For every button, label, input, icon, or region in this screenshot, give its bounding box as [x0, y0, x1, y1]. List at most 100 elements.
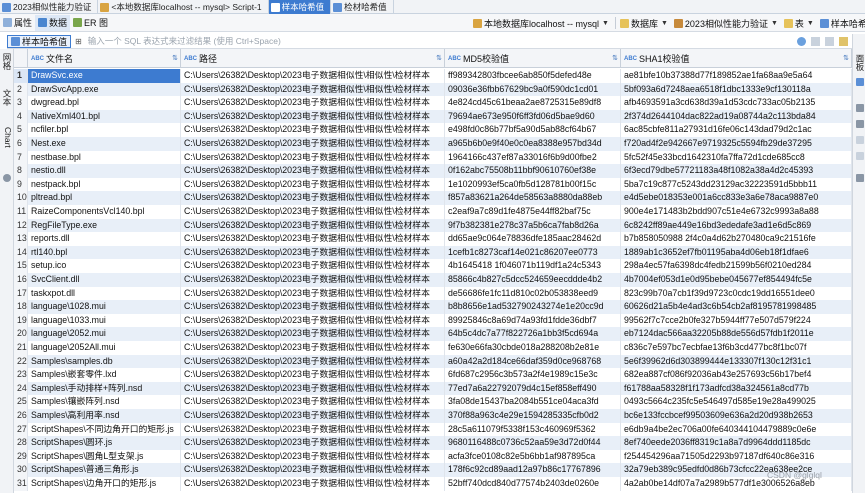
- row-number[interactable]: 2: [14, 82, 28, 97]
- panel-grouping-icon[interactable]: [856, 136, 864, 144]
- cell-sha1[interactable]: 2f374d2644104dac822ad19a08744a2c113bda84: [621, 109, 852, 124]
- panel-value-icon[interactable]: [856, 78, 864, 86]
- cell-path[interactable]: C:\Users\26382\Desktop\2023电子数据相似性\相似性\检…: [181, 177, 445, 192]
- cell-sha1[interactable]: eb7124dac566aa32205b88de556d57fdb1f2011e: [621, 327, 852, 341]
- row-number[interactable]: 25: [14, 395, 28, 409]
- cell-md5[interactable]: 52bff740dcd840d77574b2403de0260e: [445, 477, 621, 491]
- cell-sha1[interactable]: b7b858050988 2f4c0a4d62b270480ca9c21516f…: [621, 232, 852, 246]
- row-number[interactable]: 27: [14, 422, 28, 437]
- table-row[interactable]: 13 reports.dll C:\Users\26382\Desktop\2023…: [14, 232, 852, 246]
- cell-path[interactable]: C:\Users\26382\Desktop\2023电子数据相似性\相似性\检…: [181, 259, 445, 273]
- cell-sha1[interactable]: e4d5ebe018353e001a6cc833e3a6e78aca9887e0: [621, 191, 852, 205]
- properties-button[interactable]: 属性: [0, 15, 35, 31]
- cell-path[interactable]: C:\Users\26382\Desktop\2023电子数据相似性\相似性\检…: [181, 368, 445, 382]
- cell-md5[interactable]: 178f6c92cd89aad12a97b86c17767896: [445, 463, 621, 477]
- sort-icon[interactable]: ⇅: [436, 54, 442, 62]
- cell-filename[interactable]: ScriptShapes\圆环.js: [28, 436, 181, 450]
- cell-md5[interactable]: 6fd687c2956c3b573a2f4e1989c15e3c: [445, 368, 621, 382]
- cell-path[interactable]: C:\Users\26382\Desktop\2023电子数据相似性\相似性\检…: [181, 82, 445, 97]
- chart-view-tab[interactable]: Chart: [1, 127, 13, 148]
- row-number[interactable]: 16: [14, 273, 28, 287]
- row-number[interactable]: 26: [14, 409, 28, 423]
- cell-path[interactable]: C:\Users\26382\Desktop\2023电子数据相似性\相似性\检…: [181, 354, 445, 369]
- cell-md5[interactable]: 4b1645418 1f046071b119df1a24c5343: [445, 259, 621, 273]
- row-number[interactable]: 5: [14, 123, 28, 137]
- cell-path[interactable]: C:\Users\26382\Desktop\2023电子数据相似性\相似性\检…: [181, 150, 445, 165]
- cell-filename[interactable]: RaizeComponentsVcl140.bpl: [28, 205, 181, 219]
- table-row[interactable]: 5 ncfiler.bpl C:\Users\26382\Desktop\2023电…: [14, 123, 852, 137]
- cell-md5[interactable]: a965b6b0e9f40e0c0ea8388e957bd34d: [445, 137, 621, 151]
- cell-sha1[interactable]: 6f3ecd79dbe57721183a48f1082a38a4d2c45393: [621, 164, 852, 178]
- cell-path[interactable]: C:\Users\26382\Desktop\2023电子数据相似性\相似性\检…: [181, 286, 445, 301]
- cell-sha1[interactable]: f254454296aa71505d2293b97187df640c86e316: [621, 449, 852, 464]
- filter-input[interactable]: 输入一个 SQL 表达式来过滤结果 (使用 Ctrl+Space): [88, 35, 797, 47]
- cell-filename[interactable]: Samples\samples.db: [28, 354, 181, 369]
- row-number[interactable]: 31: [14, 477, 28, 491]
- cell-sha1[interactable]: 5bf093a6d7248aea6518f1dbc1333e9cf130118a: [621, 82, 852, 97]
- cell-md5[interactable]: 1964166c437ef87a33016f6b9d00fbe2: [445, 150, 621, 165]
- database-selector[interactable]: 2023相似性能力验证 ▼: [672, 15, 782, 31]
- cell-path[interactable]: C:\Users\26382\Desktop\2023电子数据相似性\相似性\检…: [181, 381, 445, 396]
- panel-more-icon[interactable]: [856, 174, 864, 182]
- cell-md5[interactable]: 77ed7a6a22792079d4c15ef858eff490: [445, 381, 621, 396]
- table-row[interactable]: 26 Samples\高利用率.nsd C:\Users\26382\Desktop…: [14, 409, 852, 423]
- row-number[interactable]: 4: [14, 109, 28, 124]
- cell-md5[interactable]: b8b8656e1ad532790243274e1e20cc9d: [445, 300, 621, 314]
- cell-path[interactable]: C:\Users\26382\Desktop\2023电子数据相似性\相似性\检…: [181, 449, 445, 464]
- row-number[interactable]: 8: [14, 164, 28, 178]
- sort-icon[interactable]: ⇅: [612, 54, 618, 62]
- cell-md5[interactable]: 64b5c4dc7a77f822726a1bb3f5cd694a: [445, 327, 621, 341]
- cell-sha1[interactable]: 99562f7c7cce2b0fe327b5944ff77e507d579f22…: [621, 313, 852, 328]
- row-number[interactable]: 22: [14, 354, 28, 369]
- table-selector[interactable]: 样本哈希值: [818, 15, 865, 31]
- cell-filename[interactable]: reports.dll: [28, 232, 181, 246]
- row-number[interactable]: 24: [14, 381, 28, 396]
- table-row[interactable]: 27 ScriptShapes\不同边角开口的矩形.js C:\Users\2638…: [14, 422, 852, 437]
- cell-md5[interactable]: 89925846c8a69d74a93fd1fdde36dbf7: [445, 313, 621, 328]
- cell-filename[interactable]: DrawSvc.exe: [28, 69, 181, 83]
- table-row[interactable]: 18 language\1028.mui C:\Users\26382\Deskto…: [14, 300, 852, 314]
- cell-path[interactable]: C:\Users\26382\Desktop\2023电子数据相似性\相似性\检…: [181, 300, 445, 314]
- cell-sha1[interactable]: 1889ab1c3652ef7fb01195aba4d06eb18f1dfae6: [621, 245, 852, 260]
- table-row[interactable]: 15 setup.ico C:\Users\26382\Desktop\2023电子…: [14, 259, 852, 273]
- filter-settings-icon[interactable]: [839, 36, 848, 46]
- cell-md5[interactable]: 3fa08de15437ba2084b551ce04aca3fd: [445, 395, 621, 409]
- row-number[interactable]: 18: [14, 300, 28, 314]
- data-button[interactable]: 数据: [35, 14, 71, 31]
- sort-icon[interactable]: ⇅: [843, 54, 849, 62]
- row-number[interactable]: 30: [14, 463, 28, 477]
- cell-path[interactable]: C:\Users\26382\Desktop\2023电子数据相似性\相似性\检…: [181, 205, 445, 219]
- cell-path[interactable]: C:\Users\26382\Desktop\2023电子数据相似性\相似性\检…: [181, 395, 445, 409]
- table-row[interactable]: 11 RaizeComponentsVcl140.bpl C:\Users\2638…: [14, 205, 852, 219]
- table-row[interactable]: 1 DrawSvc.exe C:\Users\26382\Desktop\2023电…: [14, 69, 852, 83]
- cell-sha1[interactable]: 4b7004ef053d1e0d95bebe045677ef854494fc5e: [621, 273, 852, 287]
- cell-filename[interactable]: nestpack.bpl: [28, 177, 181, 192]
- cell-path[interactable]: C:\Users\26382\Desktop\2023电子数据相似性\相似性\检…: [181, 463, 445, 477]
- row-number[interactable]: 15: [14, 259, 28, 273]
- row-number[interactable]: 19: [14, 313, 28, 328]
- cell-filename[interactable]: NativeXml401.bpl: [28, 109, 181, 124]
- row-number[interactable]: 1: [14, 69, 28, 83]
- table-group-selector[interactable]: 表 ▼: [782, 15, 818, 31]
- table-row[interactable]: 17 taskxpot.dll C:\Users\26382\Desktop\202…: [14, 286, 852, 301]
- table-row[interactable]: 19 language\1033.mui C:\Users\26382\Deskto…: [14, 313, 852, 328]
- cell-sha1[interactable]: 6c8242ff89ae449e16bd3ededafe3ad1e6d5c869: [621, 218, 852, 233]
- table-row[interactable]: 28 ScriptShapes\圆环.js C:\Users\26382\Deskt…: [14, 436, 852, 450]
- er-diagram-button[interactable]: ER 图: [70, 15, 111, 31]
- row-number[interactable]: 14: [14, 245, 28, 260]
- cell-path[interactable]: C:\Users\26382\Desktop\2023电子数据相似性\相似性\检…: [181, 232, 445, 246]
- table-row[interactable]: 21 language\2052All.mui C:\Users\26382\Des…: [14, 341, 852, 355]
- table-row[interactable]: 12 RegFileType.exe C:\Users\26382\Desktop\…: [14, 218, 852, 233]
- cell-path[interactable]: C:\Users\26382\Desktop\2023电子数据相似性\相似性\检…: [181, 123, 445, 137]
- filter-expand-icon[interactable]: ⊞: [75, 37, 82, 46]
- panel-references-icon[interactable]: [856, 152, 864, 160]
- cell-sha1[interactable]: 900e4e171483b2bdd907c51e4e6732c9993a8a88: [621, 205, 852, 219]
- cell-sha1[interactable]: 823c99b70a7cb1f39d9723c0cdc19dd16551dee0: [621, 286, 852, 301]
- cell-md5[interactable]: 09036e36fbb67629bc9a0f590dc1cd01: [445, 82, 621, 97]
- cell-path[interactable]: C:\Users\26382\Desktop\2023电子数据相似性\相似性\检…: [181, 436, 445, 450]
- editor-tab[interactable]: 2023相似性能力验证: [0, 0, 99, 14]
- cell-filename[interactable]: Samples\嵌套零件.lxd: [28, 368, 181, 382]
- editor-tab[interactable]: 检材哈希值: [331, 0, 394, 14]
- cell-path[interactable]: C:\Users\26382\Desktop\2023电子数据相似性\相似性\检…: [181, 273, 445, 287]
- cell-path[interactable]: C:\Users\26382\Desktop\2023电子数据相似性\相似性\检…: [181, 191, 445, 205]
